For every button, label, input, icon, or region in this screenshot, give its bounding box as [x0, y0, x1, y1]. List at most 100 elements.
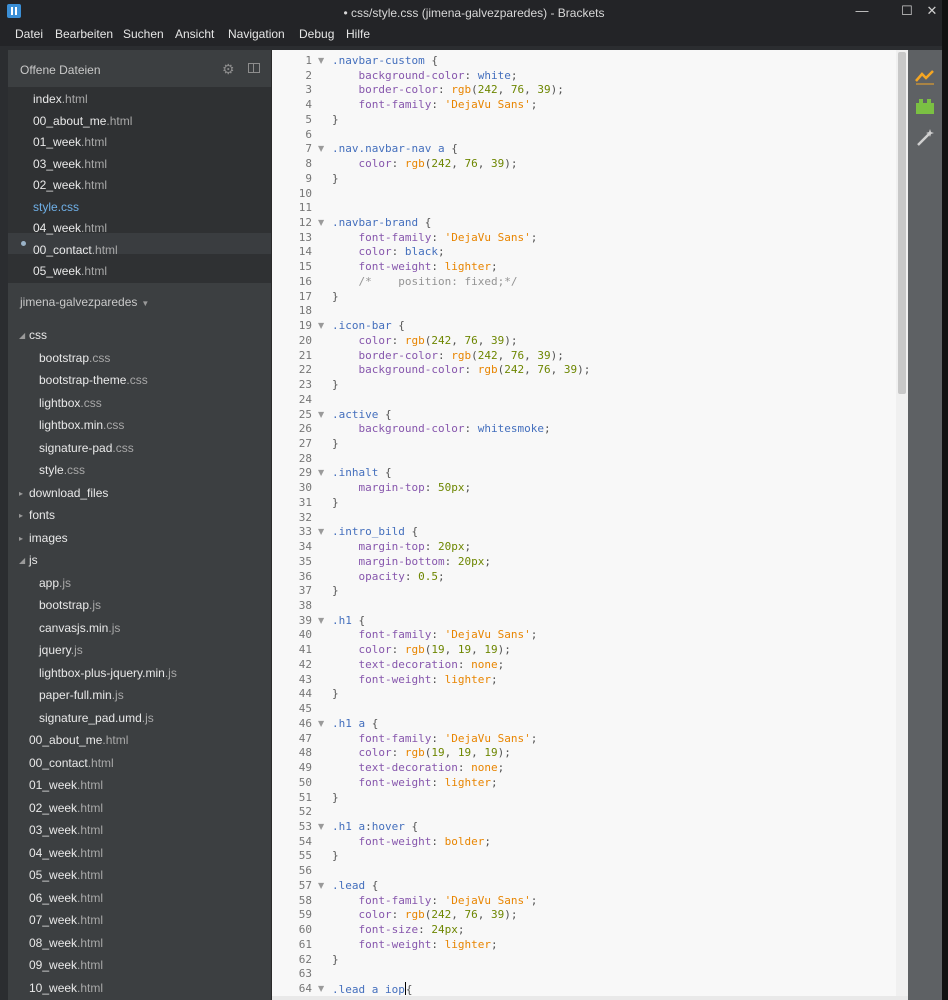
menu-hilfe[interactable]: Hilfe	[346, 27, 370, 41]
code-line[interactable]: .nav.navbar-nav a {	[332, 142, 458, 155]
working-file-item[interactable]: index.html	[33, 92, 88, 106]
code-line[interactable]: text-decoration: none;	[332, 658, 505, 671]
code-line[interactable]: font-weight: lighter;	[332, 673, 498, 686]
tree-file[interactable]: 00_contact.html	[29, 756, 114, 770]
working-file-item[interactable]: 02_week.html	[33, 178, 107, 192]
working-file-item[interactable]: 01_week.html	[33, 135, 107, 149]
code-line[interactable]: background-color: whitesmoke;	[332, 422, 551, 435]
fold-marker-icon[interactable]: ▼	[318, 56, 324, 65]
code-line[interactable]: color: rgb(19, 19, 19);	[332, 643, 511, 656]
code-line[interactable]: .lead a iop{	[332, 981, 412, 996]
code-line[interactable]: margin-bottom: 20px;	[332, 555, 491, 568]
code-line[interactable]: font-size: 24px;	[332, 923, 465, 936]
maximize-button[interactable]: ☐	[893, 1, 921, 21]
fold-marker-icon[interactable]: ▼	[318, 321, 324, 330]
code-line[interactable]: font-family: 'DejaVu Sans';	[332, 894, 538, 907]
working-file-item[interactable]: 05_week.html	[33, 264, 107, 278]
code-line[interactable]: margin-top: 20px;	[332, 540, 472, 553]
folder-closed-icon[interactable]: ▸	[19, 534, 23, 543]
tree-folder[interactable]: fonts	[29, 508, 55, 522]
menu-suchen[interactable]: Suchen	[123, 27, 164, 41]
fold-marker-icon[interactable]: ▼	[318, 218, 324, 227]
tree-file[interactable]: 04_week.html	[29, 846, 103, 860]
folder-closed-icon[interactable]: ▸	[19, 511, 23, 520]
working-file-item[interactable]: style.css	[33, 200, 79, 214]
tree-file[interactable]: lightbox-plus-jquery.min.js	[39, 666, 177, 680]
code-line[interactable]: .navbar-brand {	[332, 216, 431, 229]
code-line[interactable]: }	[332, 496, 339, 509]
code-line[interactable]: }	[332, 290, 339, 303]
code-line[interactable]: }	[332, 791, 339, 804]
code-line[interactable]: text-decoration: none;	[332, 761, 505, 774]
folder-open-icon[interactable]: ◢	[19, 331, 25, 340]
working-file-item[interactable]: 03_week.html	[33, 157, 107, 171]
menu-ansicht[interactable]: Ansicht	[175, 27, 214, 41]
code-line[interactable]: color: rgb(242, 76, 39);	[332, 334, 518, 347]
menu-navigation[interactable]: Navigation	[228, 27, 285, 41]
fold-marker-icon[interactable]: ▼	[318, 468, 324, 477]
code-line[interactable]: }	[332, 378, 339, 391]
tree-file[interactable]: 00_about_me.html	[29, 733, 128, 747]
tree-file[interactable]: 10_week.html	[29, 981, 103, 995]
code-line[interactable]: font-family: 'DejaVu Sans';	[332, 628, 538, 641]
code-line[interactable]: margin-top: 50px;	[332, 481, 472, 494]
editor-scrollbar-thumb[interactable]	[898, 52, 906, 394]
tree-file[interactable]: jquery.js	[39, 643, 83, 657]
code-line[interactable]: background-color: rgb(242, 76, 39);	[332, 363, 591, 376]
code-line[interactable]: font-weight: lighter;	[332, 776, 498, 789]
code-line[interactable]: .inhalt {	[332, 466, 392, 479]
code-line[interactable]: }	[332, 953, 339, 966]
code-line[interactable]: font-family: 'DejaVu Sans';	[332, 98, 538, 111]
fold-marker-icon[interactable]: ▼	[318, 144, 324, 153]
code-line[interactable]: color: rgb(242, 76, 39);	[332, 908, 518, 921]
tree-file[interactable]: bootstrap.js	[39, 598, 101, 612]
project-dropdown[interactable]: jimena-galvezparedes ▼	[20, 295, 149, 309]
code-line[interactable]: .icon-bar {	[332, 319, 405, 332]
code-line[interactable]: font-weight: lighter;	[332, 260, 498, 273]
extension-manager-icon[interactable]	[915, 97, 935, 115]
code-line[interactable]: border-color: rgb(242, 76, 39);	[332, 349, 564, 362]
live-preview-icon[interactable]	[915, 67, 935, 85]
tree-file[interactable]: 05_week.html	[29, 868, 103, 882]
code-line[interactable]: color: rgb(19, 19, 19);	[332, 746, 511, 759]
code-line[interactable]: font-family: 'DejaVu Sans';	[332, 732, 538, 745]
tree-file[interactable]: 01_week.html	[29, 778, 103, 792]
code-line[interactable]: }	[332, 113, 339, 126]
fold-marker-icon[interactable]: ▼	[318, 527, 324, 536]
minimize-button[interactable]: —	[848, 1, 876, 21]
code-line[interactable]: }	[332, 437, 339, 450]
tree-folder[interactable]: images	[29, 531, 68, 545]
code-line[interactable]: color: black;	[332, 245, 445, 258]
code-line[interactable]: /* position: fixed;*/	[332, 275, 518, 288]
fold-marker-icon[interactable]: ▼	[318, 881, 324, 890]
code-line[interactable]: font-weight: lighter;	[332, 938, 498, 951]
working-file-item[interactable]: 04_week.html	[33, 221, 107, 235]
menu-bearbeiten[interactable]: Bearbeiten	[55, 27, 113, 41]
fold-marker-icon[interactable]: ▼	[318, 719, 324, 728]
tree-file[interactable]: bootstrap.css	[39, 351, 110, 365]
tree-folder[interactable]: css	[29, 328, 47, 342]
tree-file[interactable]: 06_week.html	[29, 891, 103, 905]
code-line[interactable]: font-weight: bolder;	[332, 835, 491, 848]
code-line[interactable]: }	[332, 849, 339, 862]
tree-file[interactable]: lightbox.css	[39, 396, 102, 410]
folder-open-icon[interactable]: ◢	[19, 556, 25, 565]
fold-marker-icon[interactable]: ▼	[318, 984, 324, 993]
code-line[interactable]: }	[332, 172, 339, 185]
code-line[interactable]: }	[332, 687, 339, 700]
code-line[interactable]: border-color: rgb(242, 76, 39);	[332, 83, 564, 96]
tree-file[interactable]: lightbox.min.css	[39, 418, 124, 432]
fold-marker-icon[interactable]: ▼	[318, 822, 324, 831]
tree-file[interactable]: 07_week.html	[29, 913, 103, 927]
code-line[interactable]: .intro_bild {	[332, 525, 418, 538]
gear-icon[interactable]: ⚙	[222, 62, 236, 76]
menu-datei[interactable]: Datei	[15, 27, 43, 41]
tree-folder[interactable]: download_files	[29, 486, 108, 500]
code-line[interactable]: color: rgb(242, 76, 39);	[332, 157, 518, 170]
code-line[interactable]: }	[332, 584, 339, 597]
split-view-icon[interactable]	[248, 63, 260, 73]
code-line[interactable]: .lead {	[332, 879, 378, 892]
tree-file[interactable]: canvasjs.min.js	[39, 621, 120, 635]
tree-file[interactable]: 08_week.html	[29, 936, 103, 950]
tree-file[interactable]: signature_pad.umd.js	[39, 711, 154, 725]
